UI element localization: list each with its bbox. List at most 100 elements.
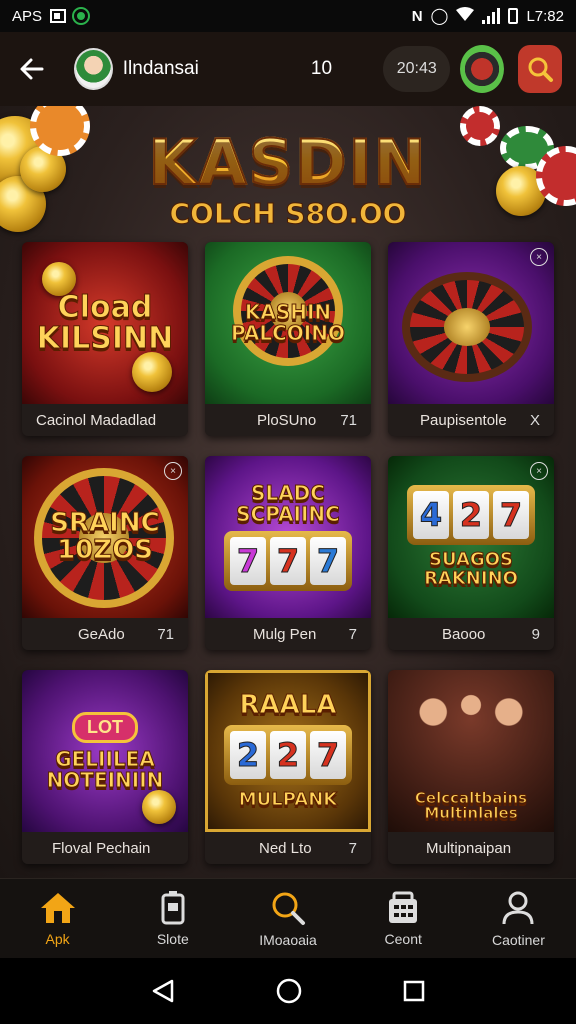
game-badge: 71 xyxy=(340,411,357,429)
game-thumbnail: SLADC SCPAIINC 7 7 7 xyxy=(205,456,371,618)
game-grid: Cload KILSINN Cacinol Madadlad KASHIN PA… xyxy=(22,242,554,864)
lot-tag: LOT xyxy=(72,711,138,743)
game-title: Paupisentole xyxy=(420,411,507,429)
nav-label: Slote xyxy=(156,930,189,947)
arrow-left-icon xyxy=(20,58,44,80)
nfc-icon: N xyxy=(411,7,423,25)
nav-item-slote[interactable]: Slote xyxy=(115,879,230,958)
balance-count: 10 xyxy=(310,58,333,79)
game-card[interactable]: KASHIN PALCOINO PloSUno 71 xyxy=(205,242,371,436)
nav-item-ceont[interactable]: Ceont xyxy=(346,879,461,958)
game-card[interactable]: SLADC SCPAIINC 7 7 7 Mulg Pen 7 xyxy=(205,456,371,650)
game-art-title: MULPANK xyxy=(238,789,338,811)
game-title: Ned Lto xyxy=(259,839,312,857)
status-time: L7:82 xyxy=(526,7,564,25)
signal-icon xyxy=(482,8,501,24)
game-badge: 71 xyxy=(157,625,174,643)
game-label-bar: Floval Pechain xyxy=(22,832,188,864)
game-title: Cacinol Madadlad xyxy=(36,411,157,429)
game-thumbnail: RAALA 2 2 7 MULPANK xyxy=(205,670,371,832)
game-title: Mulg Pen xyxy=(253,625,317,643)
reel-symbol: 2 xyxy=(453,491,489,540)
reel-symbol: 2 xyxy=(270,731,306,780)
game-thumbnail: Celccaltbains Multinlales xyxy=(388,670,554,832)
slot-reels: 2 2 7 xyxy=(224,725,352,786)
nav-label: Apk xyxy=(45,930,70,947)
game-title: Multipnaipan xyxy=(426,839,512,857)
game-art-title: SRAINC 10ZOS xyxy=(50,507,160,565)
game-thumbnail: LOT GELIILEA NOTEINIIN xyxy=(22,670,188,832)
status-bar: APS N ◯ L7:82 xyxy=(0,0,576,32)
banner-subtitle: COLCH S8O.OO xyxy=(169,197,407,231)
gallery-notification-icon xyxy=(50,9,67,23)
game-art-title: SUAGOS RAKNINO xyxy=(424,549,519,589)
profile-button[interactable] xyxy=(460,45,505,93)
game-card[interactable]: LOT GELIILEA NOTEINIIN Floval Pechain xyxy=(22,670,188,864)
coin-decoration xyxy=(132,352,172,392)
nav-label: Caotiner xyxy=(491,931,545,948)
reel-symbol: 4 xyxy=(413,491,449,540)
nav-label: IMoaoaia xyxy=(259,931,317,948)
promo-banner[interactable]: KASDIN COLCH S8O.OO xyxy=(0,125,576,231)
game-art-title: SLADC SCPAIINC xyxy=(236,481,341,526)
reel-symbol: 7 xyxy=(230,537,266,585)
reel-symbol: 7 xyxy=(270,537,306,585)
home-icon xyxy=(40,892,75,923)
game-label-bar: Ned Lto 7 xyxy=(205,832,371,864)
timer-text: 20:43 xyxy=(396,60,437,77)
game-label-bar: PloSUno 71 xyxy=(205,404,371,436)
timer-badge: 20:43 xyxy=(383,46,451,92)
game-label-bar: Multipnaipan xyxy=(388,832,554,864)
reel-symbol: 7 xyxy=(493,491,529,540)
recents-square-icon[interactable] xyxy=(402,979,426,1003)
game-badge: 7 xyxy=(348,625,357,643)
app-notification-icon xyxy=(74,9,89,23)
game-card[interactable]: Cload KILSINN Cacinol Madadlad xyxy=(22,242,188,436)
game-title: PloSUno xyxy=(257,411,317,429)
game-art-title: GELIILEA NOTEINIIN xyxy=(46,746,164,792)
game-card[interactable]: × 4 2 7 SUAGOS RAKNINO Baooo 9 xyxy=(388,456,554,650)
nav-label: Ceont xyxy=(384,930,422,947)
user-icon xyxy=(502,891,534,924)
roulette-wheel-image xyxy=(402,272,532,382)
app-header: Ilndansai 10 20:43 xyxy=(0,32,576,106)
game-title: GeAdo xyxy=(78,625,125,643)
game-card[interactable]: × Paupisentole X xyxy=(388,242,554,436)
game-label-bar: Baooo 9 xyxy=(388,618,554,650)
game-art-title-top: RAALA xyxy=(239,689,337,720)
search-icon xyxy=(272,892,305,925)
game-thumbnail: × SRAINC 10ZOS xyxy=(22,456,188,618)
info-icon[interactable]: × xyxy=(530,462,548,480)
coin-decoration xyxy=(142,790,176,824)
calculator-icon xyxy=(389,891,418,923)
back-triangle-icon[interactable] xyxy=(150,978,176,1004)
game-card[interactable]: RAALA 2 2 7 MULPANK Ned Lto 7 xyxy=(205,670,371,864)
nav-item-apk[interactable]: Apk xyxy=(0,879,115,958)
game-thumbnail: × xyxy=(388,242,554,404)
bottom-nav: Apk Slote IMoaoaia Ceont Caotiner xyxy=(0,878,576,958)
alarm-icon: ◯ xyxy=(430,8,449,25)
game-art-title: KASHIN PALCOINO xyxy=(231,300,346,345)
game-card[interactable]: × SRAINC 10ZOS GeAdo 71 xyxy=(22,456,188,650)
game-label-bar: Paupisentole X xyxy=(388,404,554,436)
back-button[interactable] xyxy=(14,49,50,89)
game-title: Floval Pechain xyxy=(52,839,151,857)
nav-item-search[interactable]: IMoaoaia xyxy=(230,879,345,958)
game-badge: 9 xyxy=(531,625,540,643)
game-card[interactable]: Celccaltbains Multinlales Multipnaipan xyxy=(388,670,554,864)
game-label-bar: Cacinol Madadlad xyxy=(22,404,188,436)
game-label-bar: GeAdo 71 xyxy=(22,618,188,650)
slot-reels: 7 7 7 xyxy=(224,531,352,591)
nav-item-caotiner[interactable]: Caotiner xyxy=(461,879,576,958)
reel-symbol: 2 xyxy=(230,731,266,780)
battery-icon xyxy=(508,8,519,24)
info-icon[interactable]: × xyxy=(164,462,182,480)
search-button[interactable] xyxy=(518,45,562,93)
banner-title: KASDIN xyxy=(0,125,576,200)
info-icon[interactable]: × xyxy=(530,248,548,266)
game-thumbnail: KASHIN PALCOINO xyxy=(205,242,371,404)
game-thumbnail: × 4 2 7 SUAGOS RAKNINO xyxy=(388,456,554,618)
game-title: Baooo xyxy=(442,625,486,643)
avatar[interactable] xyxy=(74,48,113,90)
home-circle-icon[interactable] xyxy=(275,977,303,1005)
